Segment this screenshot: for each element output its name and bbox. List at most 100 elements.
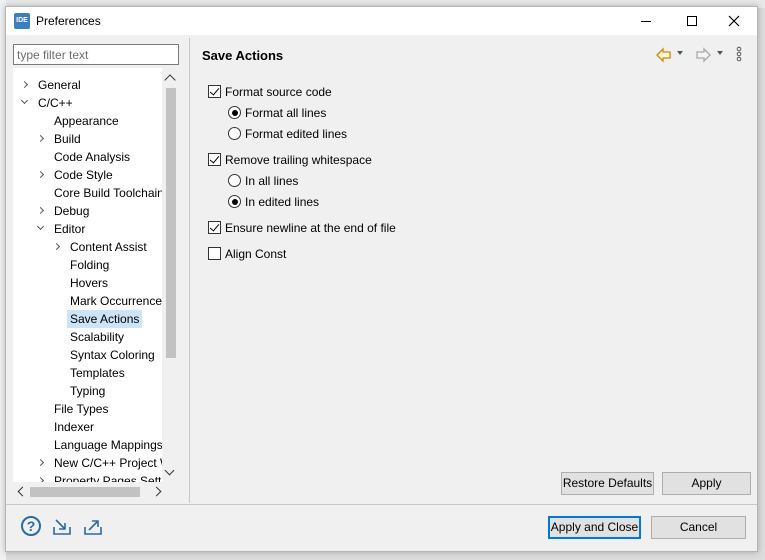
tree-item[interactable]: Editor <box>13 220 163 238</box>
tree-item-label: Save Actions <box>67 310 143 328</box>
radio-icon[interactable] <box>228 127 241 140</box>
checkbox-icon[interactable] <box>208 221 221 234</box>
tree-item-label: C/C++ <box>38 96 73 110</box>
apply-and-close-button[interactable]: Apply and Close <box>548 516 641 539</box>
restore-defaults-button[interactable]: Restore Defaults <box>561 472 654 495</box>
checkbox-icon[interactable] <box>208 247 221 260</box>
hscroll-thumb[interactable] <box>30 487 140 497</box>
tree-item[interactable]: Code Style <box>13 166 163 184</box>
apply-button[interactable]: Apply <box>662 472 751 495</box>
chevron-right-icon[interactable] <box>36 166 46 184</box>
option-label: In edited lines <box>245 195 320 209</box>
option-label: In all lines <box>245 174 299 188</box>
tree-item[interactable]: Typing <box>13 382 163 400</box>
tree-item-label: Hovers <box>70 276 109 290</box>
chevron-down-icon[interactable] <box>36 220 46 238</box>
tree-item-label: Mark Occurrences <box>70 294 169 308</box>
option-label: Remove trailing whitespace <box>225 153 372 167</box>
window-title: Preferences <box>36 14 101 28</box>
tree-item[interactable]: Templates <box>13 364 163 382</box>
option-label: Format edited lines <box>245 127 348 141</box>
radio-icon[interactable] <box>228 106 241 119</box>
chevron-right-icon[interactable] <box>36 454 46 472</box>
tree-item-label: Scalability <box>70 330 125 344</box>
tree-item-label: Templates <box>70 366 125 380</box>
help-icon[interactable]: ? <box>21 516 41 536</box>
tree-item[interactable]: Content Assist <box>13 238 163 256</box>
checkbox-icon[interactable] <box>208 85 221 98</box>
back-arrow-icon[interactable] <box>655 47 673 63</box>
tree-item[interactable]: Syntax Coloring <box>13 346 163 364</box>
radio-icon[interactable] <box>228 195 241 208</box>
title-bar[interactable]: IDE Preferences <box>6 7 757 35</box>
tree-item[interactable]: File Types <box>13 400 163 418</box>
chevron-right-icon[interactable] <box>36 472 46 482</box>
option-label: Ensure newline at the end of file <box>225 221 396 235</box>
tree-item[interactable]: General <box>13 76 163 94</box>
scroll-down-icon[interactable] <box>164 465 175 476</box>
tree-item[interactable]: New C/C++ Project W <box>13 454 171 472</box>
scroll-up-icon[interactable] <box>164 74 176 86</box>
chevron-down-icon[interactable] <box>20 94 30 112</box>
tree-item[interactable]: Code Analysis <box>13 148 163 166</box>
forward-dropdown-icon[interactable] <box>717 51 723 55</box>
footer-divider <box>6 504 757 505</box>
option-label: Format all lines <box>245 106 327 120</box>
close-icon <box>728 15 740 27</box>
tree-item[interactable]: Indexer <box>13 418 163 436</box>
tree-item[interactable]: Build <box>13 130 163 148</box>
tree-item-label: Code Analysis <box>54 150 131 164</box>
minimize-button[interactable] <box>623 7 669 35</box>
preference-tree[interactable]: General C/C++ Appearance Build Code Analysis… <box>13 68 179 482</box>
tree-item[interactable]: Folding <box>13 256 163 274</box>
tree-item-label: Debug <box>54 204 90 218</box>
page-title: Save Actions <box>202 48 284 63</box>
tree-item-label: Editor <box>54 222 86 236</box>
view-menu-icon[interactable] <box>734 45 744 63</box>
cancel-button[interactable]: Cancel <box>651 516 746 539</box>
tree-item-label: General <box>38 78 81 92</box>
tree-item[interactable]: Mark Occurrences <box>13 292 168 310</box>
tree-item-label: Property Pages Settin <box>54 474 171 482</box>
chevron-right-icon[interactable] <box>20 76 30 94</box>
tree-item-label: Code Style <box>54 168 113 182</box>
filter-input[interactable] <box>13 44 179 65</box>
close-button[interactable] <box>711 7 757 35</box>
tree-item-label: Core Build Toolchains <box>54 186 170 200</box>
tree-item[interactable]: Hovers <box>13 274 163 292</box>
tree-item-label: File Types <box>54 402 109 416</box>
preferences-dialog: IDE Preferences General C/C++ Appearance Bu… <box>5 6 758 552</box>
tree-item-label: Syntax Coloring <box>70 348 155 362</box>
tree-item[interactable]: Appearance <box>13 112 163 130</box>
scroll-thumb[interactable] <box>166 88 176 358</box>
scroll-right-icon[interactable] <box>151 486 162 497</box>
tree-item-label: Content Assist <box>70 240 147 254</box>
tree-item[interactable]: Property Pages Settin <box>13 472 171 482</box>
minimize-icon <box>641 20 651 22</box>
import-icon[interactable] <box>51 515 73 537</box>
forward-arrow-icon[interactable] <box>694 47 712 63</box>
tree-item[interactable]: Save Actions <box>13 310 163 328</box>
tree-item-label: New C/C++ Project W <box>54 456 172 470</box>
option-label: Align Const <box>225 247 287 261</box>
radio-icon[interactable] <box>228 174 241 187</box>
maximize-button[interactable] <box>669 7 715 35</box>
export-icon[interactable] <box>82 515 104 537</box>
chevron-right-icon[interactable] <box>36 130 46 148</box>
back-dropdown-icon[interactable] <box>677 51 683 55</box>
tree-item[interactable]: C/C++ <box>13 94 163 112</box>
tree-item[interactable]: Debug <box>13 202 163 220</box>
checkbox-icon[interactable] <box>208 153 221 166</box>
tree-item[interactable]: Language Mappings <box>13 436 163 454</box>
app-icon: IDE <box>14 13 30 29</box>
scroll-left-icon[interactable] <box>17 486 28 497</box>
tree-horizontal-scrollbar[interactable] <box>13 483 163 500</box>
tree-item-label: Appearance <box>54 114 119 128</box>
maximize-icon <box>687 16 697 26</box>
tree-item[interactable]: Core Build Toolchains <box>13 184 170 202</box>
panel-sash[interactable] <box>189 38 190 503</box>
tree-item[interactable]: Scalability <box>13 328 163 346</box>
chevron-right-icon[interactable] <box>52 238 62 256</box>
tree-vertical-scrollbar[interactable] <box>162 68 179 482</box>
chevron-right-icon[interactable] <box>36 202 46 220</box>
